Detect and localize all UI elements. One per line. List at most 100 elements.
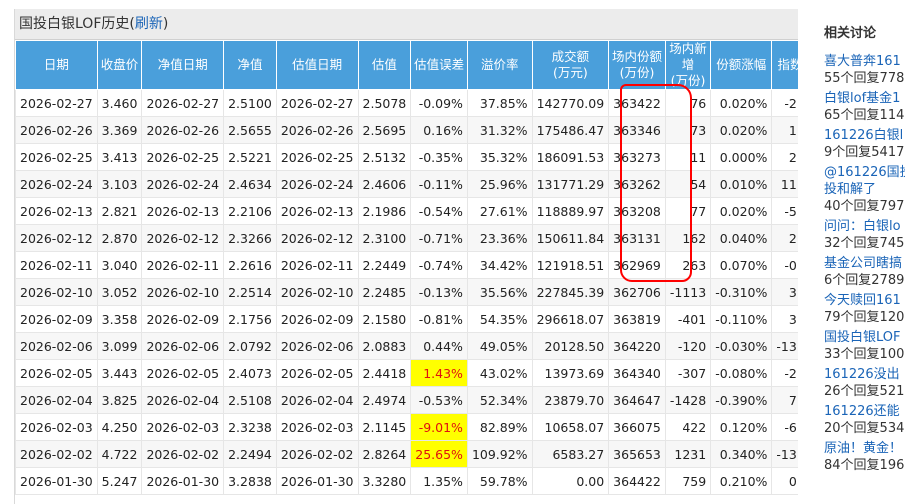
table-cell: 2.4418 bbox=[357, 359, 412, 387]
table-cell: -120 bbox=[664, 332, 712, 360]
column-header: 份额涨幅 bbox=[710, 40, 773, 90]
table-cell: 0.00 bbox=[531, 467, 610, 495]
discussion-link[interactable]: 问问：白银lo bbox=[824, 218, 905, 235]
discussion-link[interactable]: 原油！黄金！ bbox=[824, 440, 905, 457]
table-cell: 0.340% bbox=[710, 440, 773, 468]
discussion-meta: 65个回复114 bbox=[824, 108, 905, 123]
column-header-unit: (万元) bbox=[552, 65, 588, 80]
table-cell: 2026-02-11 bbox=[275, 251, 359, 279]
column-header: 场内新增 (万份) bbox=[664, 40, 712, 90]
table-cell: 2026-02-06 bbox=[141, 332, 225, 360]
panel-title: 国投白银LOF历史 bbox=[19, 16, 130, 32]
column-header-label: 估值误差 bbox=[414, 57, 465, 72]
table-cell: 2.5100 bbox=[223, 89, 277, 117]
discussion-meta: 40个回复797 bbox=[824, 199, 905, 214]
discussion-link-cont[interactable]: 投和解了 bbox=[824, 181, 905, 198]
table-cell: -0.13% bbox=[410, 278, 468, 306]
table-cell: 363422 bbox=[608, 89, 666, 117]
table-cell: 364647 bbox=[608, 386, 666, 414]
table-cell: 2026-02-02 bbox=[275, 440, 359, 468]
table-cell: 0.62% bbox=[771, 467, 798, 495]
discussion-link[interactable]: 国投白银LOF bbox=[824, 329, 905, 346]
table-cell: 131771.29 bbox=[531, 170, 610, 198]
discussion-link[interactable]: 161226没出 bbox=[824, 366, 905, 383]
column-header: 估值日期 bbox=[275, 40, 359, 90]
table-row: 2026-02-06 3.099 2026-02-06 2.0792 2026-02-0… bbox=[15, 332, 798, 360]
table-cell: 3.3280 bbox=[357, 467, 412, 495]
column-header: 估值 bbox=[357, 40, 412, 90]
table-cell: -0.030% bbox=[710, 332, 773, 360]
table-cell: 11 bbox=[664, 143, 712, 171]
table-cell: -0.74% bbox=[410, 251, 468, 279]
table-cell: 2026-02-24 bbox=[275, 170, 359, 198]
table-cell: 3.460 bbox=[96, 89, 143, 117]
discussion-gap bbox=[824, 474, 905, 477]
table-cell: 4.722 bbox=[96, 440, 143, 468]
table-cell: 2.5108 bbox=[223, 386, 277, 414]
related-discussion-sidebar: 相关讨论 喜大普奔161 55个回复778 白银lof基金1 65个回复114 1612… bbox=[824, 22, 905, 504]
table-row: 2026-02-13 2.821 2026-02-13 2.2106 2026-02-1… bbox=[15, 197, 798, 225]
discussion-link[interactable]: 161226还能 bbox=[824, 403, 905, 420]
table-cell: 2026-02-02 bbox=[15, 440, 98, 468]
table-cell: 11.31% bbox=[771, 170, 798, 198]
table-cell: 2.14% bbox=[771, 224, 798, 252]
table-cell: -13.93% bbox=[771, 440, 798, 468]
table-cell: -0.54% bbox=[410, 197, 468, 225]
table-cell: -13.25% bbox=[771, 332, 798, 360]
table-cell: 25.96% bbox=[466, 170, 533, 198]
table-cell: 2.1756 bbox=[223, 305, 277, 333]
discussion-link[interactable]: 今天赎回161 bbox=[824, 292, 905, 309]
table-cell: 2026-02-04 bbox=[15, 386, 98, 414]
panel-title-bar: 国投白银LOF历史(刷新) bbox=[15, 9, 798, 40]
table-cell: 2026-02-09 bbox=[141, 305, 225, 333]
table-cell: 121918.51 bbox=[531, 251, 610, 279]
table-cell: 2.5655 bbox=[223, 116, 277, 144]
table-cell: 2026-02-26 bbox=[15, 116, 98, 144]
column-header: 场内份额 (万份) bbox=[608, 40, 666, 90]
table-cell: 37.85% bbox=[466, 89, 533, 117]
table-cell: -1113 bbox=[664, 278, 712, 306]
table-cell: 422 bbox=[664, 413, 712, 441]
column-header-label: 收盘价 bbox=[100, 57, 139, 72]
column-header-label: 场内份额 bbox=[612, 49, 663, 64]
discussion-link[interactable]: 161226白银l bbox=[824, 127, 905, 144]
table-cell: 175486.47 bbox=[531, 116, 610, 144]
column-header: 估值误差 bbox=[410, 40, 468, 90]
table-cell: 6583.27 bbox=[531, 440, 610, 468]
table-cell: 3.040 bbox=[96, 251, 143, 279]
table-cell: 186091.53 bbox=[531, 143, 610, 171]
table-cell: 49.05% bbox=[466, 332, 533, 360]
discussion-list: 喜大普奔161 55个回复778 白银lof基金1 65个回复114 161226白银l… bbox=[824, 53, 905, 477]
discussion-meta: 32个回复745 bbox=[824, 236, 905, 251]
table-cell: 2.2514 bbox=[223, 278, 277, 306]
table-cell: 54.35% bbox=[466, 305, 533, 333]
discussion-link[interactable]: 基金公司瞎搞 bbox=[824, 255, 905, 272]
refresh-link[interactable]: 刷新 bbox=[135, 16, 163, 32]
table-cell: 2026-02-04 bbox=[141, 386, 225, 414]
table-row: 2026-02-04 3.825 2026-02-04 2.5108 2026-02-0… bbox=[15, 386, 798, 414]
discussion-link[interactable]: 白银lof基金1 bbox=[824, 90, 905, 107]
discussion-meta: 20个回复534 bbox=[824, 421, 905, 436]
table-cell: 0.120% bbox=[710, 413, 773, 441]
discussion-link[interactable]: @161226国投 bbox=[824, 164, 905, 181]
table-cell: 2026-02-25 bbox=[141, 143, 225, 171]
discussion-meta: 84个回复196 bbox=[824, 458, 905, 473]
table-cell: 364340 bbox=[608, 359, 666, 387]
table-cell: 2026-02-03 bbox=[15, 413, 98, 441]
table-cell: 2026-02-02 bbox=[141, 440, 225, 468]
history-table: 日期 收盘价 净值日期 净值 估值日期 估值 估值误差 溢价率 成交额 (万元) 场内份额 (万份) 场… bbox=[15, 40, 798, 495]
table-cell: 362969 bbox=[608, 251, 666, 279]
table-cell: 54 bbox=[664, 170, 712, 198]
table-cell: 2026-01-30 bbox=[275, 467, 359, 495]
table-cell: 0.040% bbox=[710, 224, 773, 252]
table-cell: -0.110% bbox=[710, 305, 773, 333]
table-cell: 2.2494 bbox=[223, 440, 277, 468]
table-cell: 0.210% bbox=[710, 467, 773, 495]
table-cell: -0.09% bbox=[410, 89, 468, 117]
table-cell: 142770.09 bbox=[531, 89, 610, 117]
discussion-link[interactable]: 喜大普奔161 bbox=[824, 53, 905, 70]
table-cell: 3.825 bbox=[96, 386, 143, 414]
table-cell: 0.020% bbox=[710, 116, 773, 144]
table-cell: 2026-01-30 bbox=[15, 467, 98, 495]
table-cell: 2026-02-05 bbox=[15, 359, 98, 387]
